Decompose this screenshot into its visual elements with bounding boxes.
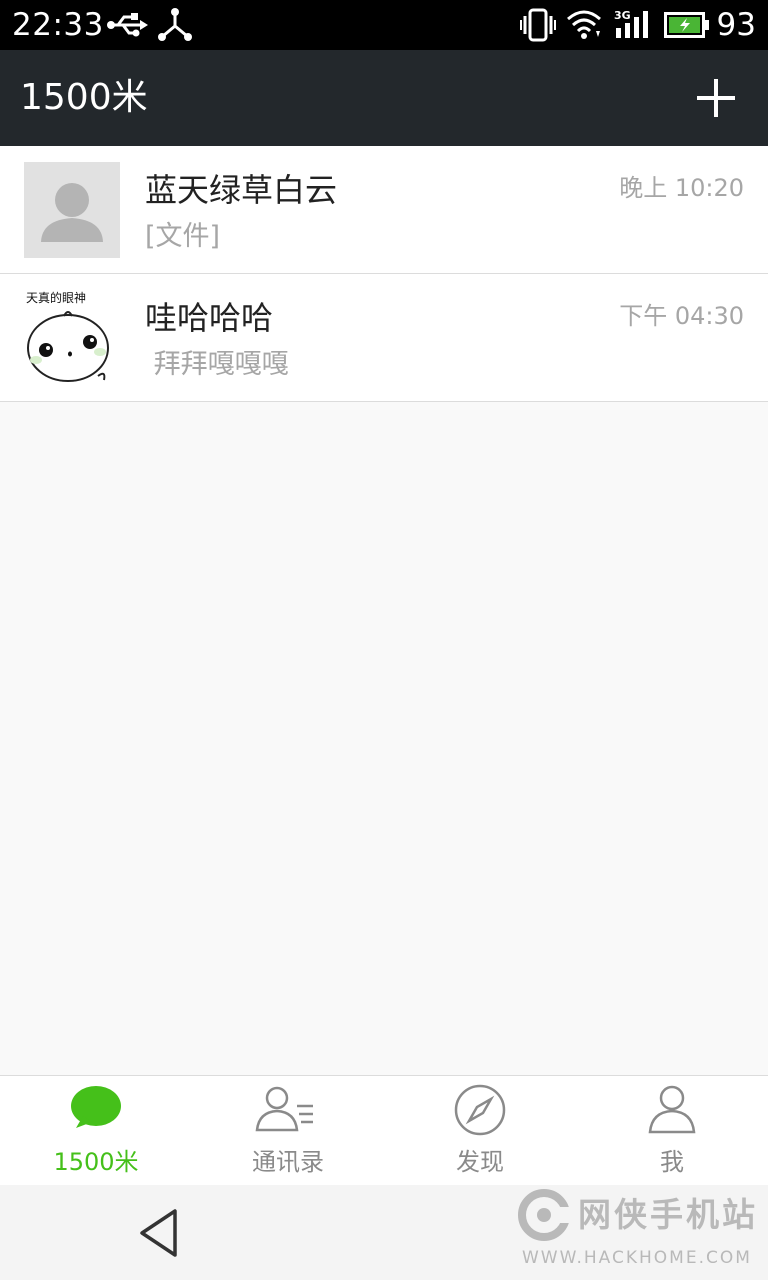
tab-label: 通讯录 [252,1148,324,1176]
tab-me[interactable]: 我 [576,1076,768,1185]
chat-name: 哇哈哈哈 [145,299,274,337]
watermark-url: WWW.HACKHOME.COM [522,1248,752,1268]
watermark-text: 网侠手机站 [578,1195,758,1234]
app-header: 1500米 [0,50,768,146]
chat-last-message: [文件] [145,221,221,252]
battery-charging-icon [664,12,709,38]
back-icon[interactable] [135,1205,185,1261]
share-icon [158,8,192,41]
person-icon [648,1085,696,1134]
vibrate-icon [520,8,556,42]
chat-time: 下午 04:30 [619,302,744,330]
signal-icon: 3G [614,9,648,38]
bottom-tab-bar: 1500米 通讯录 发现 我 [0,1075,768,1185]
tab-label: 我 [660,1148,684,1176]
tab-discover[interactable]: 发现 [384,1076,576,1185]
wifi-icon [567,10,601,39]
header-title: 1500米 [20,77,148,118]
contacts-icon [255,1086,313,1132]
tab-label: 1500米 [53,1148,139,1176]
tab-chats[interactable]: 1500米 [0,1076,192,1185]
plus-icon[interactable] [692,74,740,122]
battery-level: 93 [716,7,756,43]
chat-row[interactable]: 天真的眼神 哇哈哈哈 下午 04:30 拜拜嘎嘎嘎 [0,274,768,402]
tab-contacts[interactable]: 通讯录 [192,1076,384,1185]
status-time: 22:33 [12,7,104,43]
status-bar: 22:33 3G 93 [0,0,768,50]
default-avatar-icon [24,162,120,258]
watermark-logo-icon [518,1189,570,1241]
chat-bubble-icon [71,1086,121,1128]
chat-last-message: 拜拜嘎嘎嘎 [145,349,289,380]
cartoon-avatar: 天真的眼神 [24,290,120,386]
network-type: 3G [614,9,631,22]
chat-time: 晚上 10:20 [619,174,744,202]
system-nav-bar: 网侠手机站 WWW.HACKHOME.COM [0,1185,768,1280]
compass-icon [454,1084,506,1136]
avatar-caption: 天真的眼神 [26,291,87,305]
tab-label: 发现 [456,1148,504,1176]
usb-icon [107,13,148,37]
chat-list: 蓝天绿草白云 晚上 10:20 [文件] 天真的眼神 哇哈哈哈 下午 04:30… [0,146,768,402]
chat-row[interactable]: 蓝天绿草白云 晚上 10:20 [文件] [0,146,768,274]
chat-name: 蓝天绿草白云 [145,171,338,209]
